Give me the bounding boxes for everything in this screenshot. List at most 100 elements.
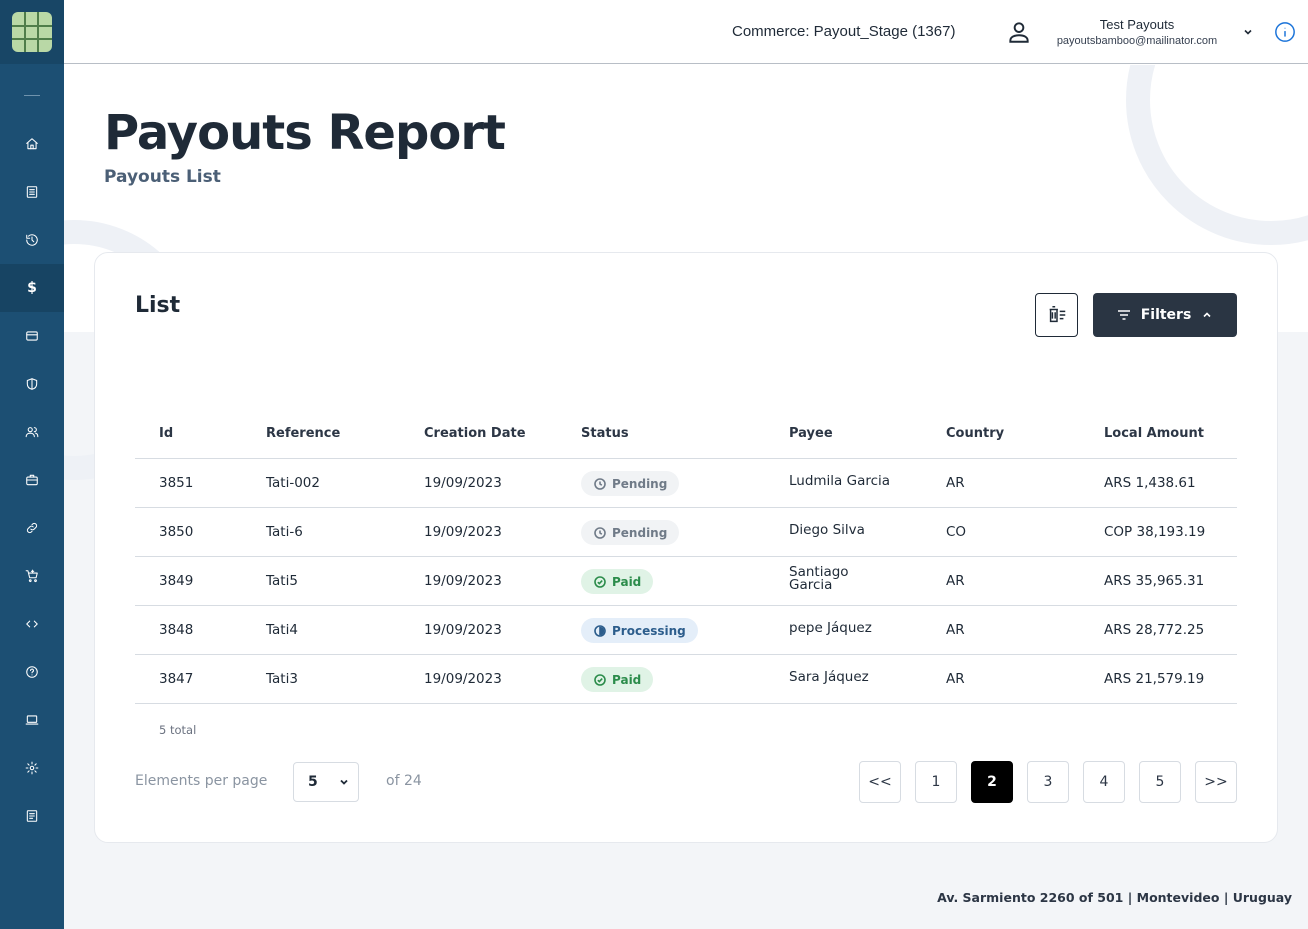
gear-icon <box>25 761 39 775</box>
users-icon <box>25 427 39 438</box>
cell-date: 19/09/2023 <box>424 671 502 687</box>
page-button-3[interactable]: 3 <box>1027 761 1069 803</box>
table-row[interactable]: 3850 Tati-6 19/09/2023 Pending Diego Sil… <box>135 508 1237 557</box>
table-row[interactable]: 3847 Tati3 19/09/2023 Paid Sara Jáquez A… <box>135 655 1237 704</box>
logo[interactable] <box>0 0 64 64</box>
report-icon <box>26 810 38 822</box>
cell-country: CO <box>946 524 967 540</box>
column-header-status[interactable]: Status <box>581 426 629 441</box>
status-label: Pending <box>612 476 668 491</box>
shield-icon <box>26 378 38 390</box>
cell-id: 3849 <box>159 573 194 589</box>
table-row[interactable]: 3851 Tati-002 19/09/2023 Pending Ludmila… <box>135 459 1237 508</box>
history-icon <box>26 234 38 246</box>
info-icon[interactable] <box>1274 21 1296 43</box>
column-header-local-amount[interactable]: Local Amount <box>1104 426 1204 441</box>
cell-payee: Sara Jáquez <box>789 669 869 685</box>
status-label: Pending <box>612 525 668 540</box>
user-name[interactable]: Test Payouts <box>1044 17 1230 32</box>
filters-button[interactable]: Filters <box>1093 293 1237 337</box>
status-label: Paid <box>612 672 642 687</box>
sidebar-item-users[interactable] <box>0 408 64 456</box>
table-row[interactable]: 3849 Tati5 19/09/2023 Paid Santiago Garc… <box>135 557 1237 606</box>
sidebar-item-cards[interactable] <box>0 312 64 360</box>
sidebar-item-reports[interactable] <box>0 792 64 840</box>
cell-amount: ARS 35,965.31 <box>1104 573 1205 589</box>
footer: Av. Sarmiento 2260 of 501 | Montevideo |… <box>64 865 1308 929</box>
clear-filters-button[interactable] <box>1035 293 1078 337</box>
logo-icon <box>12 12 52 52</box>
user-icon[interactable] <box>1006 19 1032 45</box>
clear-filter-icon <box>1049 306 1065 323</box>
cell-payee: Diego Silva <box>789 522 865 538</box>
sidebar-item-business[interactable] <box>0 456 64 504</box>
cell-amount: COP 38,193.19 <box>1104 524 1206 540</box>
check-circle-icon <box>594 575 606 588</box>
column-header-creation-date[interactable]: Creation Date <box>424 426 526 441</box>
sidebar-item-history[interactable] <box>0 216 64 264</box>
link-icon <box>26 522 38 534</box>
cell-date: 19/09/2023 <box>424 622 502 638</box>
cell-payee: Santiago Garcia <box>789 564 849 593</box>
filter-icon <box>1117 310 1130 320</box>
sidebar-item-payouts[interactable]: $ <box>0 264 64 312</box>
cell-amount: ARS 1,438.61 <box>1104 475 1196 491</box>
cell-country: AR <box>946 475 965 491</box>
per-page-select[interactable]: 5 <box>293 762 359 802</box>
sidebar-item-security[interactable] <box>0 360 64 408</box>
cell-country: AR <box>946 671 965 687</box>
sidebar-item-list[interactable] <box>0 168 64 216</box>
main-content: Payouts Report Payouts List List Filters… <box>64 65 1308 865</box>
per-page-label: Elements per page <box>135 773 268 789</box>
card-icon <box>26 331 38 341</box>
status-badge: Processing <box>581 618 698 643</box>
user-email[interactable]: payoutsbamboo@mailinator.com <box>1044 35 1230 47</box>
table-row[interactable]: 3848 Tati4 19/09/2023 Processing pepe Já… <box>135 606 1237 655</box>
briefcase-icon <box>26 474 38 486</box>
cart-icon <box>25 569 38 583</box>
sidebar-item-links[interactable] <box>0 504 64 552</box>
cell-payee: Ludmila Garcia <box>789 473 891 489</box>
commerce-selector[interactable]: Commerce: Payout_Stage (1367) <box>732 23 955 40</box>
status-badge: Paid <box>581 667 654 692</box>
status-label: Paid <box>612 574 642 589</box>
column-header-country[interactable]: Country <box>946 426 1004 441</box>
column-header-id[interactable]: Id <box>159 426 173 441</box>
sidebar-item-developers[interactable] <box>0 600 64 648</box>
cell-date: 19/09/2023 <box>424 524 502 540</box>
cell-id: 3850 <box>159 524 194 540</box>
status-badge: Pending <box>581 471 680 496</box>
per-page-value: 5 <box>308 774 318 790</box>
cell-country: AR <box>946 622 965 638</box>
column-header-reference[interactable]: Reference <box>266 426 340 441</box>
sidebar-item-settings[interactable] <box>0 744 64 792</box>
last-page-button[interactable]: >> <box>1195 761 1237 803</box>
status-label: Processing <box>612 623 686 638</box>
page-subtitle: Payouts List <box>104 167 221 187</box>
chevron-down-icon[interactable] <box>1242 26 1254 38</box>
progress-icon <box>594 624 606 637</box>
chevron-down-icon <box>340 779 348 785</box>
cell-date: 19/09/2023 <box>424 475 502 491</box>
cell-country: AR <box>946 573 965 589</box>
check-circle-icon <box>594 673 606 686</box>
sidebar-item-cart[interactable] <box>0 552 64 600</box>
home-icon <box>26 138 38 150</box>
cell-reference: Tati3 <box>266 671 298 687</box>
code-icon <box>26 620 38 628</box>
total-count: 5 total <box>159 723 197 737</box>
page-button-4[interactable]: 4 <box>1083 761 1125 803</box>
sidebar-item-home[interactable] <box>0 120 64 168</box>
cell-date: 19/09/2023 <box>424 573 502 589</box>
first-page-button[interactable]: << <box>859 761 901 803</box>
sidebar-item-devices[interactable] <box>0 696 64 744</box>
column-header-payee[interactable]: Payee <box>789 426 833 441</box>
list-card: List Filters Id Reference Creation Date … <box>94 252 1278 843</box>
sidebar-item-help[interactable] <box>0 648 64 696</box>
page-button-1[interactable]: 1 <box>915 761 957 803</box>
page-button-5[interactable]: 5 <box>1139 761 1181 803</box>
page-button-2[interactable]: 2 <box>971 761 1013 803</box>
page-title: Payouts Report <box>104 105 506 161</box>
cell-id: 3848 <box>159 622 194 638</box>
sidebar-divider <box>24 95 40 96</box>
